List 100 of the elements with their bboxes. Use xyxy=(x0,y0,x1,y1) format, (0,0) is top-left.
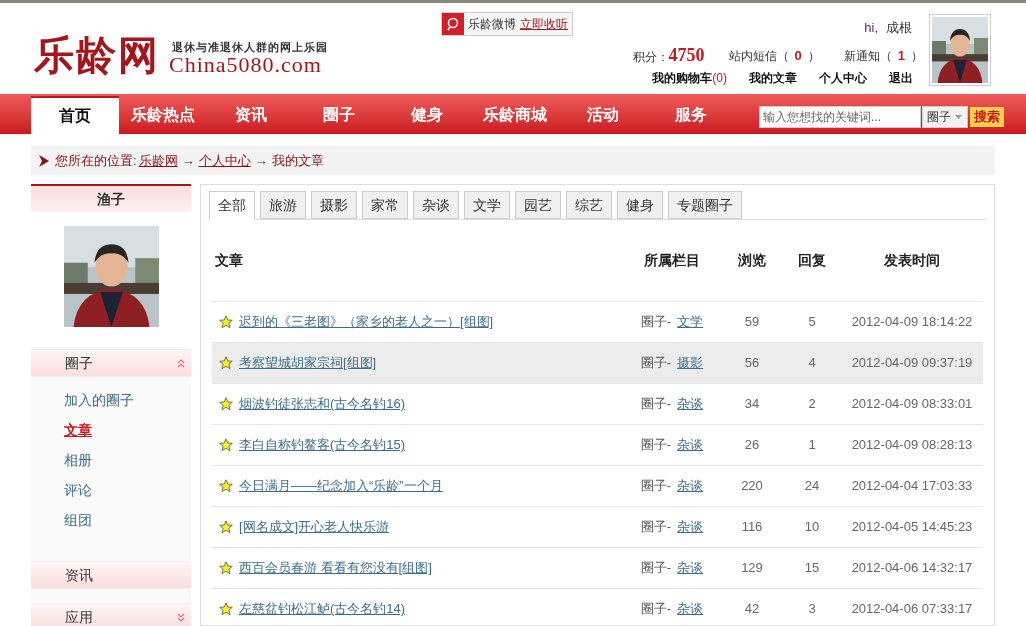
scope-dropdown[interactable]: 圈子 xyxy=(922,106,968,128)
article-link[interactable]: 考察望城胡家宗祠[组图] xyxy=(239,353,377,373)
article-link[interactable]: 左慈盆钓松江鲈(古今名钓14) xyxy=(239,599,406,619)
article-link[interactable]: 烟波钓徒张志和(古今名钓16) xyxy=(239,394,406,414)
nav-tab[interactable]: 资讯 xyxy=(207,96,295,134)
section-title: 资讯 xyxy=(65,565,93,585)
search-button[interactable]: 搜索 xyxy=(970,107,1004,127)
table-cell: 10 xyxy=(804,519,820,535)
nav-tab[interactable]: 服务 xyxy=(647,96,735,134)
expand-icon[interactable] xyxy=(177,612,185,622)
category-prefix: 圈子- xyxy=(640,313,672,332)
category-tab[interactable]: 健身 xyxy=(617,191,663,219)
star-icon xyxy=(219,397,233,411)
category-link[interactable]: 文学 xyxy=(677,312,704,332)
star-icon xyxy=(219,438,233,452)
category-link[interactable]: 杂谈 xyxy=(677,394,704,414)
category-link[interactable]: 杂谈 xyxy=(677,558,704,578)
nav-tab[interactable]: 活动 xyxy=(559,96,647,134)
slogan: 退休与准退休人群的网上乐园 xyxy=(172,40,328,55)
sidebar-link[interactable]: 组团 xyxy=(64,509,92,531)
stat-value: 0 xyxy=(793,46,803,65)
category-tab[interactable]: 杂谈 xyxy=(413,191,459,219)
user-link[interactable]: 我的文章 xyxy=(749,69,797,87)
table-cell: 2012-04-09 09:37:19 xyxy=(851,355,973,371)
sidebar-link[interactable]: 评论 xyxy=(64,479,92,501)
table-cell: 116 xyxy=(741,519,763,535)
article-link[interactable]: 西百会员春游 看看有您没有[组图] xyxy=(239,558,432,578)
category-tab[interactable]: 摄影 xyxy=(311,191,357,219)
sidebar-link[interactable]: 相册 xyxy=(64,449,92,471)
category-prefix: 圈子- xyxy=(640,518,672,537)
column-header: 所属栏目 xyxy=(643,251,701,270)
category-tab[interactable]: 综艺 xyxy=(566,191,612,219)
table-cell: 56 xyxy=(744,355,760,371)
sidebar-link[interactable]: 文章 xyxy=(64,419,92,441)
nav-tab[interactable]: 乐龄热点 xyxy=(119,96,207,134)
search-field[interactable]: 输入您想找的关键词... xyxy=(759,106,921,128)
star-icon xyxy=(219,315,233,329)
table-cell: 1 xyxy=(808,437,816,453)
article-link[interactable]: 迟到的《三老图》（家乡的老人之一）[组图] xyxy=(239,312,494,332)
collapse-icon[interactable] xyxy=(177,358,185,368)
weibo-label: 乐龄微博 xyxy=(468,16,516,33)
user-link[interactable]: 我的购物车(0) xyxy=(652,69,727,87)
table-cell: 59 xyxy=(744,314,760,330)
category-link[interactable]: 杂谈 xyxy=(677,599,704,619)
category-tab[interactable]: 全部 xyxy=(209,191,255,220)
logo[interactable]: 乐龄网 xyxy=(34,31,160,79)
category-tab[interactable]: 文学 xyxy=(464,191,510,219)
stat-label: ） xyxy=(911,47,923,65)
sidebar-link[interactable]: 加入的圈子 xyxy=(64,389,134,411)
table-cell: 220 xyxy=(741,478,763,494)
nav-tab[interactable]: 圈子 xyxy=(295,96,383,134)
table-cell: 129 xyxy=(741,560,763,576)
follow-link[interactable]: 立即收听 xyxy=(520,15,568,33)
table-cell: 42 xyxy=(744,601,760,617)
category-link[interactable]: 杂谈 xyxy=(677,517,704,537)
breadcrumb-separator: → xyxy=(181,151,195,170)
stat-label: ） xyxy=(807,47,820,65)
table-cell: 15 xyxy=(804,560,820,576)
section-header[interactable]: 圈子 xyxy=(31,349,191,377)
nav-tab[interactable]: 首页 xyxy=(31,96,119,134)
stat-label: 新通知（ xyxy=(843,47,892,65)
section-title: 圈子 xyxy=(65,353,93,373)
breadcrumb-link[interactable]: 乐龄网 xyxy=(138,150,178,171)
table-cell: 2012-04-09 18:14:22 xyxy=(851,314,973,330)
stat-value: 4750 xyxy=(668,44,705,67)
star-icon xyxy=(219,561,233,575)
stat-label: 站内短信（ xyxy=(728,47,789,65)
arrow-icon xyxy=(39,154,49,167)
article-link[interactable]: 今日满月——纪念加入“乐龄”一个月 xyxy=(239,476,443,496)
category-tab[interactable]: 旅游 xyxy=(260,191,306,219)
caret-icon[interactable] xyxy=(955,115,962,119)
user-link[interactable]: 个人中心 xyxy=(819,69,867,87)
breadcrumb-link[interactable]: 个人中心 xyxy=(198,150,251,171)
category-link[interactable]: 摄影 xyxy=(677,353,704,373)
category-link[interactable]: 杂谈 xyxy=(677,476,704,496)
star-icon xyxy=(219,479,233,493)
category-prefix: 圈子- xyxy=(640,354,672,373)
category-tab[interactable]: 专题圈子 xyxy=(668,191,742,219)
section-header[interactable]: 应用 xyxy=(31,603,191,626)
category-prefix: 圈子- xyxy=(640,436,672,455)
table-cell: 34 xyxy=(744,396,760,412)
table-cell: 2012-04-09 08:28:13 xyxy=(851,437,973,453)
column-header: 回复 xyxy=(797,251,827,270)
greeting-text: hi, xyxy=(864,19,878,37)
category-link[interactable]: 杂谈 xyxy=(677,435,704,455)
section-header[interactable]: 资讯 xyxy=(31,561,191,589)
nav-tab[interactable]: 健身 xyxy=(383,96,471,134)
category-tab[interactable]: 园艺 xyxy=(515,191,561,219)
table-cell: 5 xyxy=(808,314,816,330)
user-link[interactable]: 退出 xyxy=(889,69,913,87)
table-cell: 2012-04-06 14:32:17 xyxy=(851,560,973,576)
article-link[interactable]: 李白自称钓鳌客(古今名钓15) xyxy=(239,435,406,455)
category-prefix: 圈子- xyxy=(640,600,672,619)
article-link[interactable]: [网名成文]开心老人快乐游 xyxy=(239,517,390,537)
username-text: 成根 xyxy=(886,19,912,37)
breadcrumb-label: 您所在的位置: xyxy=(55,151,137,170)
category-tab[interactable]: 家常 xyxy=(362,191,408,219)
column-header: 发表时间 xyxy=(883,251,941,270)
nav-tab[interactable]: 乐龄商城 xyxy=(471,96,559,134)
star-icon xyxy=(219,520,233,534)
